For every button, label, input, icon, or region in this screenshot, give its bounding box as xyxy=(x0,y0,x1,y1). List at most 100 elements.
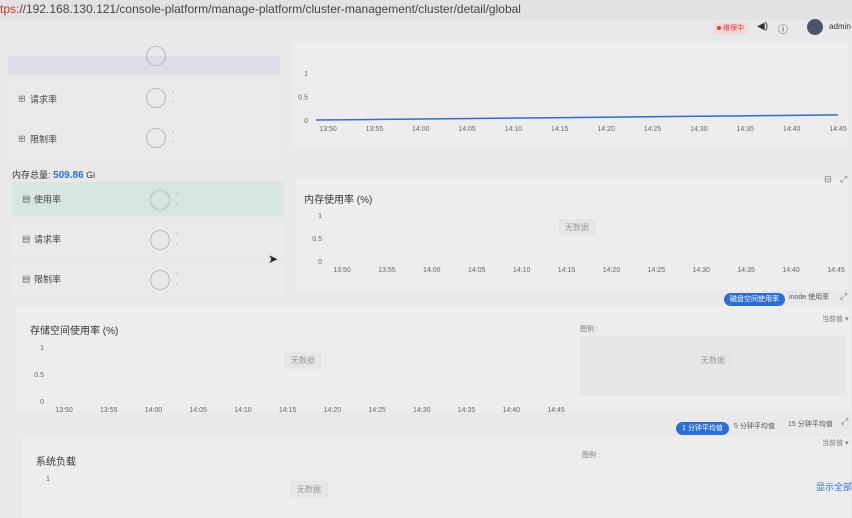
y-tick: 1 xyxy=(46,476,50,483)
y-tick-label: 1 xyxy=(40,345,44,352)
url-scheme: tps: xyxy=(0,2,20,16)
usage-ring xyxy=(146,46,166,66)
x-tick-label: 14:20 xyxy=(603,267,621,274)
legend-label: 图例 : xyxy=(582,452,600,459)
cpu-chart: 1 0.5 0 13:50 13:55 14:00 14:05 14:10 14:15 14:20… xyxy=(298,71,847,133)
cpu-chart-panel: 1 0.5 0 13:50 13:55 14:00 14:05 14:10 14:15 14:20… xyxy=(292,42,848,146)
request-value: - xyxy=(172,89,175,96)
memory-icon: ▤ xyxy=(22,193,31,204)
request-value: - xyxy=(176,231,179,238)
x-tick-label: 14:40 xyxy=(503,407,521,412)
x-tick-label: 14:20 xyxy=(324,407,342,412)
x-tick-label: 14:00 xyxy=(412,126,430,133)
load-chart-panel: 系统负载 1 无数据 图例 : 当前值 ▾ xyxy=(22,436,850,518)
legend-label: 图例 : xyxy=(580,326,598,333)
load-no-data: 无数据 xyxy=(290,481,328,498)
request-ring xyxy=(146,88,166,108)
x-tick-label: 13:55 xyxy=(378,267,396,274)
cpu-request-card[interactable]: ⊞ 请求率 - - xyxy=(8,80,280,118)
limit-ring xyxy=(146,128,166,148)
maintenance-badge: 维保中 xyxy=(714,23,748,34)
load-15min-tab[interactable]: 15 分钟平均值 xyxy=(788,418,833,431)
x-tick-label: 14:10 xyxy=(505,126,523,133)
inode-usage-tab[interactable]: inode 使用率 xyxy=(789,291,829,304)
memory-chart: 1 0.5 0 13:50 13:55 14:00 14:05 14:10 14:15 14:20… xyxy=(312,213,845,274)
address-bar[interactable]: tps://192.168.130.121/console-platform/m… xyxy=(0,0,852,20)
limit-value: - xyxy=(172,129,175,136)
speaker-icon[interactable]: ◀) xyxy=(757,21,768,32)
x-tick-label: 14:30 xyxy=(413,407,431,412)
load-5min-tab[interactable]: 5 分钟平均值 xyxy=(734,420,775,433)
x-tick-label: 14:00 xyxy=(423,267,441,274)
x-tick-label: 14:30 xyxy=(693,267,711,274)
limit-total: - xyxy=(176,281,179,288)
url-path: //192.168.130.121/console-platform/manag… xyxy=(19,2,521,16)
fullscreen-icon[interactable]: ⤢ xyxy=(841,416,848,427)
storage-chart: 1 0.5 0 13:50 13:55 14:00 14:05 14:10 14:15 14:20… xyxy=(34,345,565,412)
x-tick-label: 14:35 xyxy=(737,126,755,133)
cpu-usage-card[interactable] xyxy=(8,46,280,74)
x-tick-label: 13:55 xyxy=(100,407,118,412)
x-tick-label: 14:35 xyxy=(458,407,476,412)
series-line xyxy=(315,114,839,121)
limit-value: - xyxy=(176,271,179,278)
cpu-limit-label: 限制率 xyxy=(30,134,58,145)
x-tick-label: 14:05 xyxy=(468,267,486,274)
memory-icon: ▤ xyxy=(22,233,31,244)
mouse-cursor-icon: ➤ xyxy=(268,252,279,266)
request-total: - xyxy=(172,99,175,106)
memory-total-label: 内存总量: xyxy=(12,170,51,180)
usage-ring xyxy=(150,190,170,210)
avatar[interactable] xyxy=(807,19,823,35)
x-tick-label: 14:45 xyxy=(827,267,845,274)
fullscreen-icon[interactable]: ⤢ xyxy=(840,174,847,185)
y-tick-label: 0.5 xyxy=(34,372,44,379)
x-tick-label: 13:50 xyxy=(55,407,73,412)
x-tick-label: 14:15 xyxy=(551,126,569,133)
memory-usage-card[interactable]: ▤ 使用率 - - xyxy=(12,182,284,216)
legend-area: 无数据 xyxy=(580,336,846,396)
y-tick-label: 0.5 xyxy=(312,236,322,243)
fullscreen-icon[interactable]: ⤢ xyxy=(840,291,847,302)
memory-chart-panel: 内存使用率 (%) 无数据 1 0.5 0 13:50 13:55 14:00 14:05 1… xyxy=(296,174,848,290)
memory-request-label: 请求率 xyxy=(34,234,62,245)
x-tick-label: 14:25 xyxy=(648,267,666,274)
x-tick-label: 14:25 xyxy=(368,407,386,412)
x-tick-label: 14:10 xyxy=(234,407,252,412)
load-chart-title: 系统负载 xyxy=(36,457,76,468)
x-tick-label: 13:55 xyxy=(366,126,384,133)
cpu-request-label: 请求率 xyxy=(30,94,58,105)
memory-icon: ▤ xyxy=(22,273,31,284)
disk-usage-tab[interactable]: 磁盘空间使用率 xyxy=(724,293,785,306)
request-ring xyxy=(150,230,170,250)
username[interactable]: admin xyxy=(829,22,851,31)
y-tick-label: 0.5 xyxy=(298,95,308,102)
memory-total-unit: Gi xyxy=(86,170,96,180)
limit-ring xyxy=(150,270,170,290)
x-tick-label: 13:50 xyxy=(333,267,351,274)
y-tick-label: 1 xyxy=(304,71,308,78)
x-tick-label: 14:15 xyxy=(279,407,297,412)
memory-total-value: 509.86 xyxy=(53,170,84,181)
maintenance-label: 维保中 xyxy=(723,25,744,32)
memory-limit-card[interactable]: ▤ 限制率 - - xyxy=(12,262,284,296)
memory-total: 内存总量: 509.86 Gi xyxy=(12,168,95,181)
question-icon[interactable]: ⓘ xyxy=(778,21,788,36)
x-tick-label: 14:45 xyxy=(547,407,565,412)
x-tick-label: 14:10 xyxy=(513,267,531,274)
sort-dropdown[interactable]: 当前值 ▾ xyxy=(822,314,848,324)
memory-usage-label: 使用率 xyxy=(34,194,62,205)
storage-chart-panel: 存储空间使用率 (%) 无数据 1 0.5 0 13:50 13:55 14:00 14:0… xyxy=(16,306,850,412)
x-tick-label: 14:35 xyxy=(737,267,755,274)
x-tick-label: 14:45 xyxy=(829,126,847,133)
x-tick-label: 14:40 xyxy=(783,126,801,133)
legend-no-data: 无数据 xyxy=(694,352,732,369)
load-1min-tab[interactable]: 1 分钟平均值 xyxy=(676,422,729,435)
cpu-limit-card[interactable]: ⊞ 限制率 - - xyxy=(8,120,280,158)
table-icon[interactable]: ⊟ xyxy=(824,174,832,185)
limit-total: - xyxy=(172,139,175,146)
x-tick-label: 14:25 xyxy=(644,126,662,133)
memory-request-card[interactable]: ▤ 请求率 - - xyxy=(12,222,284,256)
sort-dropdown[interactable]: 当前值 ▾ xyxy=(822,438,848,448)
show-all-link[interactable]: 显示全部 xyxy=(816,480,852,493)
